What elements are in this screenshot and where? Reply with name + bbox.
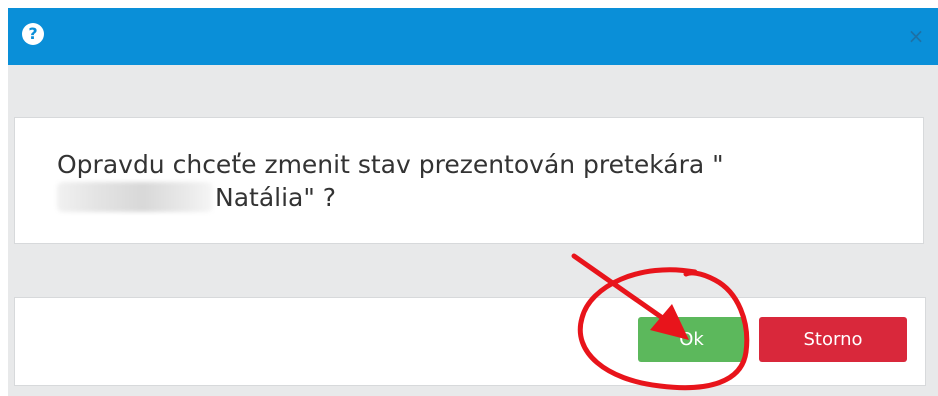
storno-button[interactable]: Storno bbox=[759, 317, 907, 362]
message-panel: Opravdu chceťe zmenit stav prezentován p… bbox=[14, 117, 924, 244]
message-line-2: Natália" ? bbox=[215, 183, 337, 212]
redacted-surname bbox=[57, 182, 213, 212]
ok-button[interactable]: Ok bbox=[638, 317, 745, 362]
confirmation-message: Opravdu chceťe zmenit stav prezentován p… bbox=[57, 148, 877, 214]
message-line-1: Opravdu chceťe zmenit stav prezentován p… bbox=[57, 150, 724, 179]
confirm-dialog: ? × Opravdu chceťe zmenit stav prezentov… bbox=[8, 8, 938, 396]
close-icon[interactable]: × bbox=[906, 26, 926, 46]
dialog-titlebar: ? × bbox=[8, 8, 938, 65]
question-circle-icon: ? bbox=[22, 23, 44, 45]
dialog-footer: Ok Storno bbox=[14, 297, 926, 386]
